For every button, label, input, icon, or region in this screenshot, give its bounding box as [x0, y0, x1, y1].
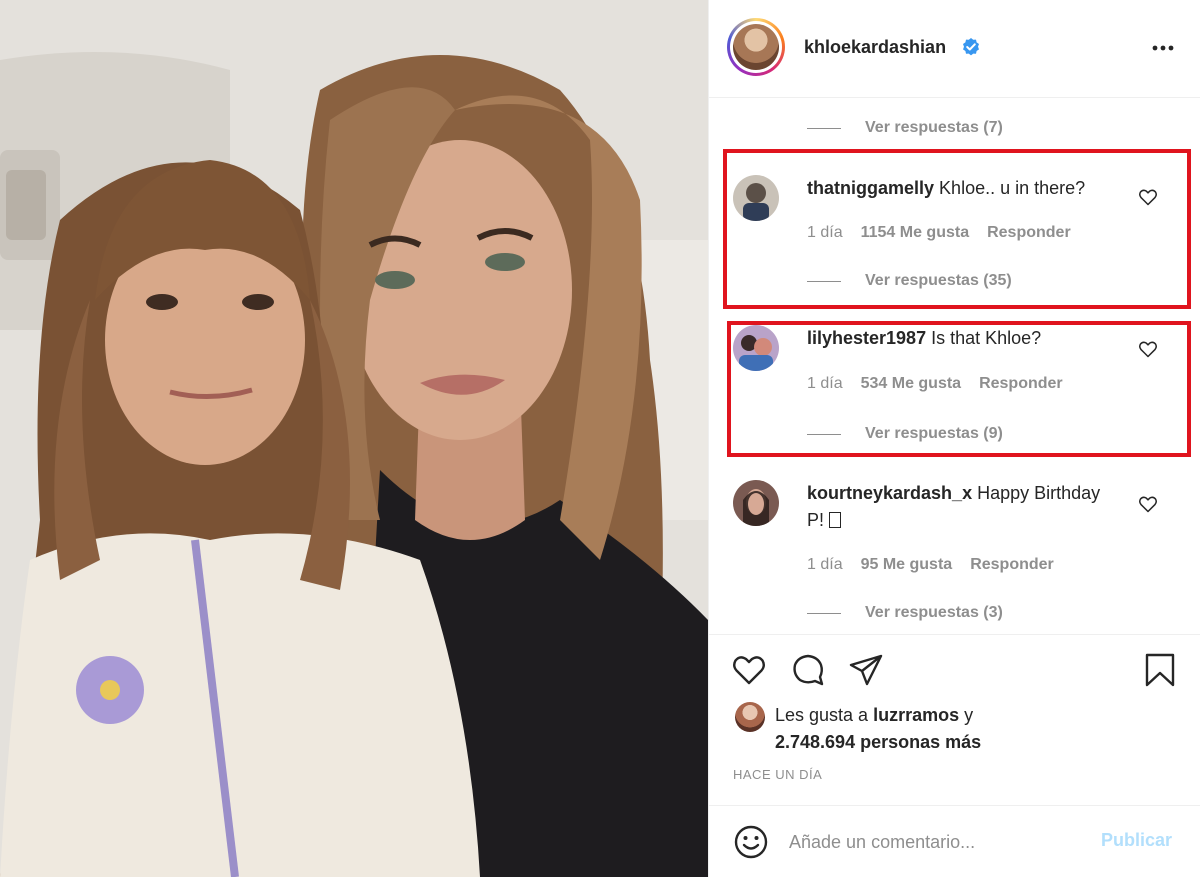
- profile-avatar[interactable]: [727, 18, 785, 76]
- comment-meta: 1 día 95 Me gusta Responder: [807, 556, 1054, 574]
- comment-avatar[interactable]: [733, 175, 779, 221]
- bookmark-icon[interactable]: [1142, 652, 1178, 688]
- share-icon[interactable]: [848, 652, 884, 688]
- comment-like-heart-icon[interactable]: [1138, 339, 1158, 359]
- post-photo[interactable]: [0, 0, 708, 877]
- comment-meta: 1 día 1154 Me gusta Responder: [807, 224, 1071, 242]
- comment-body: Khloe.. u in there?: [939, 178, 1086, 198]
- post-photo-illustration: [0, 0, 708, 877]
- likes-count[interactable]: 2.748.694 personas más: [775, 732, 981, 752]
- comment-text: thatniggamelly Khloe.. u in there?: [807, 175, 1127, 202]
- verified-badge-icon: [963, 38, 979, 56]
- comments-list[interactable]: Ver respuestas (7) thatniggamelly Khloe.…: [709, 99, 1200, 634]
- publish-button[interactable]: Publicar: [1101, 830, 1172, 851]
- reply-button[interactable]: Responder: [979, 375, 1063, 393]
- comment-meta: 1 día 534 Me gusta Responder: [807, 375, 1063, 393]
- post-actions: Les gusta a luzrramos y 2.748.694 person…: [709, 634, 1200, 877]
- comment-likes[interactable]: 1154 Me gusta: [861, 224, 970, 242]
- add-comment-input[interactable]: [789, 826, 1089, 858]
- comment-like-heart-icon[interactable]: [1138, 494, 1158, 514]
- comment-avatar[interactable]: [733, 325, 779, 371]
- add-comment-bar: Publicar: [709, 805, 1200, 877]
- comment-body: Is that Khloe?: [931, 328, 1042, 348]
- comment-text: lilyhester1987 Is that Khloe?: [807, 325, 1127, 352]
- view-replies-button[interactable]: Ver respuestas (9): [807, 425, 1003, 443]
- comment-username[interactable]: thatniggamelly: [807, 178, 934, 198]
- comment-like-heart-icon[interactable]: [1138, 187, 1158, 207]
- comment-time: 1 día: [807, 375, 843, 392]
- comment-text: kourtneykardash_x Happy Birthday P!: [807, 480, 1107, 534]
- comment-time: 1 día: [807, 556, 843, 573]
- emoji-placeholder-glyph: [829, 512, 842, 528]
- comment-item: kourtneykardash_x Happy Birthday P! 1 dí…: [709, 480, 1200, 620]
- liker-avatar[interactable]: [735, 702, 765, 732]
- post-header: khloekardashian: [709, 0, 1200, 98]
- comment-time: 1 día: [807, 224, 843, 241]
- comment-avatar[interactable]: [733, 480, 779, 526]
- post-side-panel: khloekardashian Ver respuestas (7) thatn…: [708, 0, 1200, 877]
- more-options-icon[interactable]: [1151, 38, 1175, 58]
- view-replies-button[interactable]: Ver respuestas (35): [807, 272, 1012, 290]
- view-replies-button[interactable]: Ver respuestas (3): [807, 604, 1003, 622]
- comment-icon[interactable]: [790, 652, 826, 688]
- liker-username[interactable]: luzrramos: [873, 705, 959, 725]
- comment-likes[interactable]: 534 Me gusta: [861, 375, 961, 393]
- view-replies-button[interactable]: Ver respuestas (7): [807, 119, 1003, 137]
- heart-icon[interactable]: [731, 652, 767, 688]
- reply-button[interactable]: Responder: [970, 556, 1054, 574]
- comment-username[interactable]: kourtneykardash_x: [807, 483, 972, 503]
- reply-button[interactable]: Responder: [987, 224, 1071, 242]
- profile-username[interactable]: khloekardashian: [804, 37, 946, 58]
- comment-username[interactable]: lilyhester1987: [807, 328, 926, 348]
- emoji-icon[interactable]: [733, 824, 769, 860]
- post-timestamp: HACE UN DÍA: [733, 767, 823, 782]
- likes-summary[interactable]: Les gusta a luzrramos y 2.748.694 person…: [775, 702, 1175, 756]
- comment-likes[interactable]: 95 Me gusta: [861, 556, 953, 574]
